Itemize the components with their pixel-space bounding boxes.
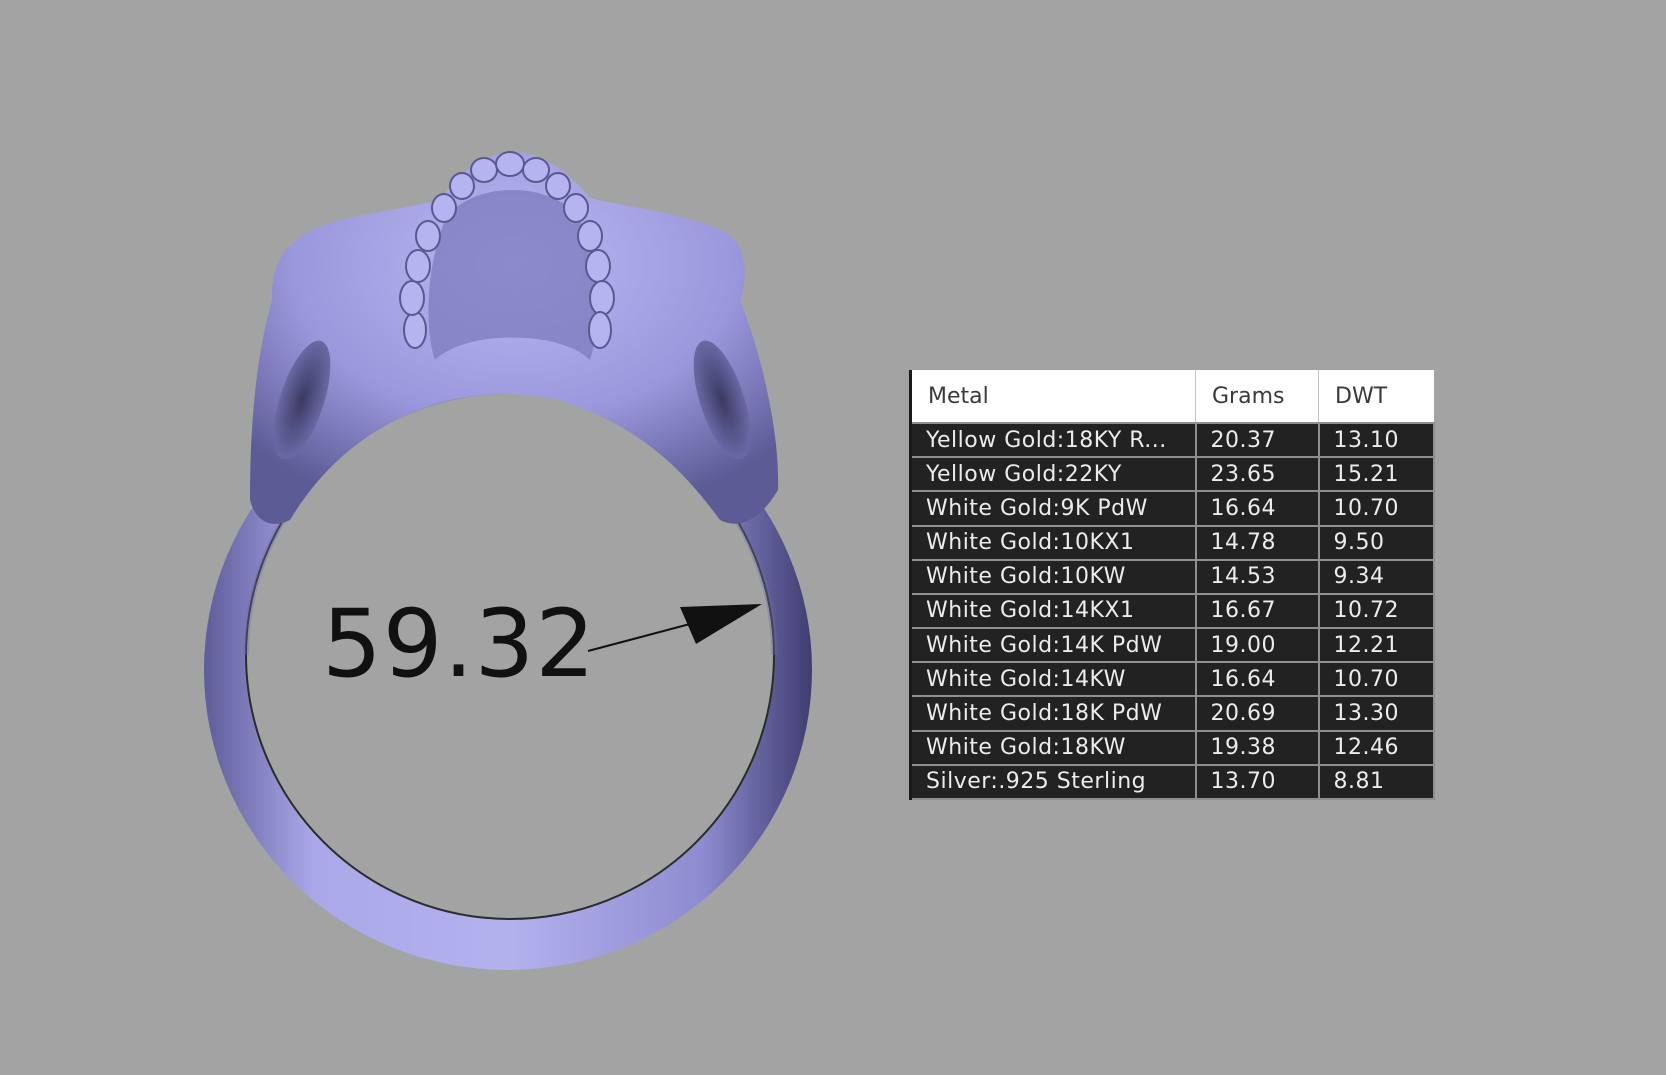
cell-dwt: 12.46 [1317, 729, 1435, 766]
cell-metal: White Gold:14KX1 [909, 592, 1197, 630]
metal-weights-table: Metal Grams DWT Yellow Gold:18KY R... 20… [909, 370, 1435, 801]
cell-metal: White Gold:10KW [909, 558, 1197, 595]
cell-grams: 16.64 [1194, 661, 1320, 698]
cell-dwt: 13.30 [1317, 695, 1435, 732]
table-row: White Gold:14K PdW 19.00 12.21 [909, 627, 1435, 664]
table-row: White Gold:14KW 16.64 10.70 [909, 661, 1435, 698]
ring-render-scene: 59.32 Metal Grams DWT Yellow Gold:18KY R… [0, 0, 1666, 1075]
cell-dwt: 9.50 [1317, 524, 1435, 561]
table-row: Yellow Gold:18KY R... 20.37 13.10 [909, 421, 1435, 459]
cell-metal: White Gold:9K PdW [909, 490, 1197, 527]
cell-metal: White Gold:18K PdW [909, 695, 1197, 732]
inner-diameter-label: 59.32 [322, 590, 597, 699]
cell-grams: 19.00 [1194, 627, 1320, 664]
cell-dwt: 15.21 [1317, 456, 1435, 493]
cell-grams: 14.78 [1194, 524, 1320, 561]
cell-metal: White Gold:14KW [909, 661, 1197, 698]
cell-metal: White Gold:14K PdW [909, 627, 1197, 664]
header-grams: Grams [1195, 370, 1319, 424]
header-metal: Metal [909, 370, 1196, 424]
cell-dwt: 10.70 [1317, 661, 1435, 698]
cell-metal: Yellow Gold:22KY [909, 456, 1197, 493]
cell-grams: 14.53 [1194, 558, 1320, 595]
cell-metal: Yellow Gold:18KY R... [909, 421, 1197, 459]
table-row: White Gold:14KX1 16.67 10.72 [909, 592, 1435, 630]
cell-grams: 16.67 [1194, 592, 1320, 630]
table-row: White Gold:10KW 14.53 9.34 [909, 558, 1435, 595]
cell-grams: 13.70 [1194, 763, 1320, 801]
table-row: White Gold:18K PdW 20.69 13.30 [909, 695, 1435, 732]
cell-dwt: 13.10 [1317, 421, 1435, 459]
cell-metal: White Gold:18KW [909, 729, 1197, 766]
table-row: Silver:.925 Sterling 13.70 8.81 [909, 763, 1435, 801]
table-row: White Gold:10KX1 14.78 9.50 [909, 524, 1435, 561]
cell-grams: 16.64 [1194, 490, 1320, 527]
table-row: White Gold:9K PdW 16.64 10.70 [909, 490, 1435, 527]
cell-grams: 23.65 [1194, 456, 1320, 493]
cell-dwt: 9.34 [1317, 558, 1435, 595]
cell-dwt: 8.81 [1317, 763, 1435, 801]
table-row: White Gold:18KW 19.38 12.46 [909, 729, 1435, 766]
cell-grams: 19.38 [1194, 729, 1320, 766]
table-row: Yellow Gold:22KY 23.65 15.21 [909, 456, 1435, 493]
cell-dwt: 10.72 [1317, 592, 1435, 630]
cell-metal: Silver:.925 Sterling [909, 763, 1197, 801]
table-header-row: Metal Grams DWT [909, 370, 1434, 424]
cell-grams: 20.69 [1194, 695, 1320, 732]
header-dwt: DWT [1318, 370, 1434, 424]
cell-grams: 20.37 [1194, 421, 1320, 459]
cell-dwt: 10.70 [1317, 490, 1435, 527]
cell-metal: White Gold:10KX1 [909, 524, 1197, 561]
cell-dwt: 12.21 [1317, 627, 1435, 664]
